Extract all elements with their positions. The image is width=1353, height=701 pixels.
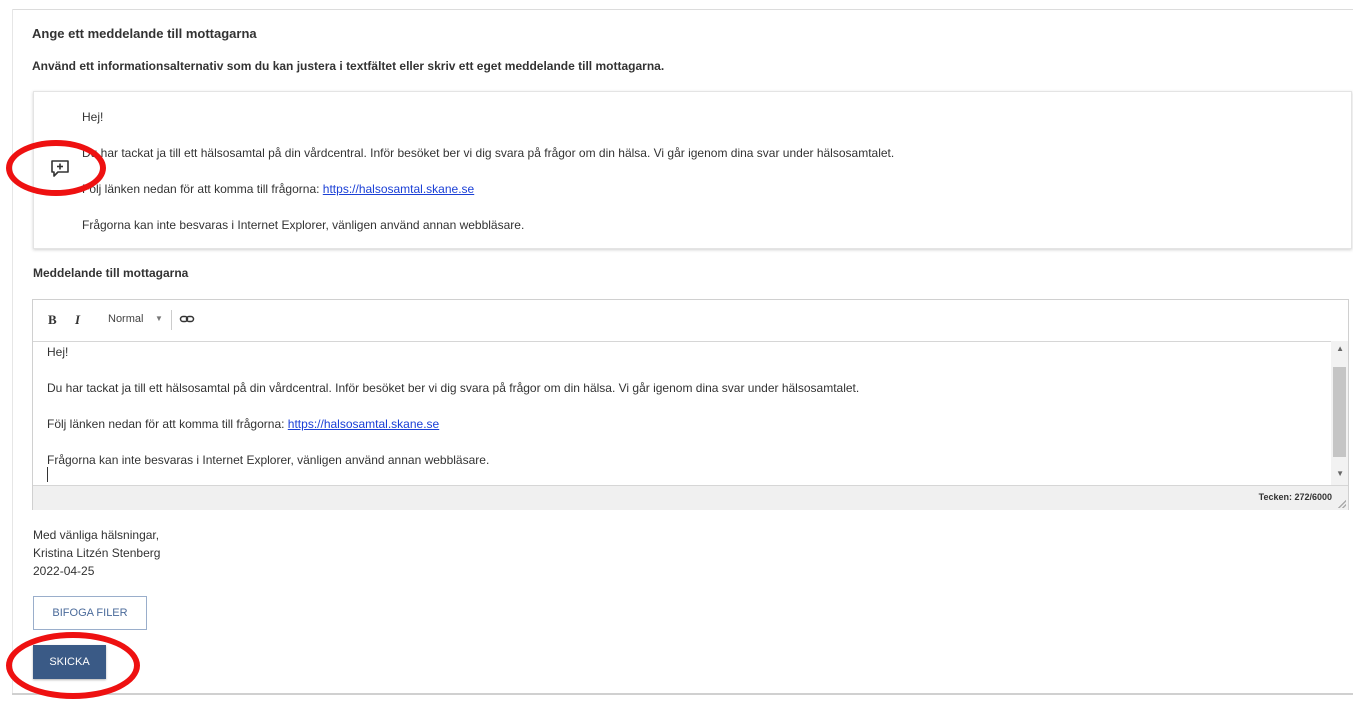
editor-status-bar: Tecken: 272/6000: [33, 485, 1348, 510]
editor-link-prefix: Följ länken nedan för att komma till frå…: [47, 417, 288, 431]
chevron-down-icon[interactable]: ▼: [155, 314, 163, 323]
editor-line-intro: Du har tackat ja till ett hälsosamtal på…: [47, 381, 860, 395]
section-heading: Ange ett meddelande till mottagarna: [32, 26, 257, 41]
editor-line-browser-note: Frågorna kan inte besvaras i Internet Ex…: [47, 453, 490, 467]
toolbar-divider: [171, 310, 172, 330]
panel-top-border: [12, 9, 1353, 10]
message-editor[interactable]: B I Normal ▼ Hej! Du har tackat ja till …: [32, 299, 1349, 510]
scrollbar-thumb[interactable]: [1333, 367, 1346, 457]
info-line-intro: Du har tackat ja till ett hälsosamtal på…: [82, 146, 895, 160]
link-icon[interactable]: [179, 311, 195, 327]
info-link[interactable]: https://halsosamtal.skane.se: [323, 182, 474, 196]
info-line-link: Följ länken nedan för att komma till frå…: [82, 182, 474, 196]
editor-toolbar: B I Normal ▼: [33, 300, 1348, 342]
message-label: Meddelande till mottagarna: [33, 266, 189, 280]
editor-text-area[interactable]: Hej! Du har tackat ja till ett hälsosamt…: [33, 341, 1348, 485]
editor-scrollbar[interactable]: ▲ ▼: [1331, 341, 1348, 485]
editor-link[interactable]: https://halsosamtal.skane.se: [288, 417, 439, 431]
section-instructions: Använd ett informationsalternativ som du…: [32, 59, 665, 73]
panel-left-border: [12, 9, 13, 694]
character-counter: Tecken: 272/6000: [1258, 492, 1332, 502]
scroll-up-arrow-icon[interactable]: ▲: [1336, 344, 1344, 353]
info-line-browser-note: Frågorna kan inte besvaras i Internet Ex…: [82, 218, 525, 232]
bold-icon[interactable]: B: [48, 312, 57, 328]
attach-files-button[interactable]: BIFOGA FILER: [33, 596, 147, 630]
highlight-ring-insert: [6, 140, 106, 196]
info-link-prefix: Följ länken nedan för att komma till frå…: [82, 182, 323, 196]
signature-date: 2022-04-25: [33, 564, 95, 578]
italic-icon[interactable]: I: [75, 312, 80, 328]
editor-line-link: Följ länken nedan för att komma till frå…: [47, 417, 439, 431]
panel-bottom-border: [12, 693, 1353, 695]
info-line-greeting: Hej!: [82, 110, 104, 124]
editor-line-greeting: Hej!: [47, 345, 69, 359]
format-select[interactable]: Normal: [108, 313, 143, 325]
signature-name: Kristina Litzén Stenberg: [33, 546, 161, 560]
resize-grip-icon[interactable]: [1338, 500, 1346, 508]
text-cursor: [47, 467, 48, 482]
scroll-down-arrow-icon[interactable]: ▼: [1336, 469, 1344, 478]
signature-greeting: Med vänliga hälsningar,: [33, 528, 160, 542]
highlight-ring-send: [6, 632, 140, 699]
info-alternative-card[interactable]: Hej! Du har tackat ja till ett hälsosamt…: [33, 91, 1352, 249]
